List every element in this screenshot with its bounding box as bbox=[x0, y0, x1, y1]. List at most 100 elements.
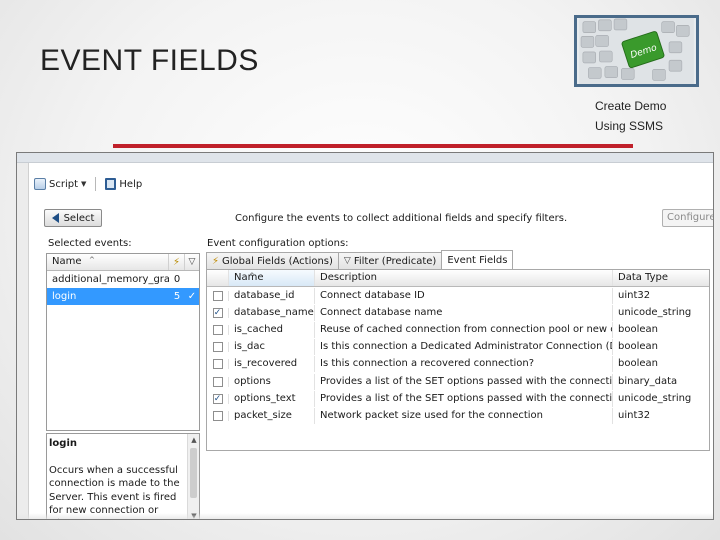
field-name: options_text bbox=[229, 390, 315, 407]
selected-event-row[interactable]: login 5 ✓ bbox=[47, 288, 199, 305]
accent-divider bbox=[113, 144, 633, 148]
field-checkbox-cell bbox=[207, 324, 229, 335]
toolbar: Script ▼ Help bbox=[31, 175, 145, 193]
field-name: is_recovered bbox=[229, 356, 315, 373]
field-data-type: uint32 bbox=[618, 409, 651, 421]
script-icon bbox=[34, 178, 46, 190]
tab-filter[interactable]: ▽ Filter (Predicate) bbox=[337, 252, 443, 269]
field-checkbox[interactable] bbox=[212, 290, 223, 301]
config-tabs: ⚡ Global Fields (Actions) ▽ Filter (Pred… bbox=[206, 250, 514, 269]
field-data-type: boolean bbox=[618, 341, 658, 353]
event-field-row[interactable]: packet_size Network packet size used for … bbox=[207, 407, 709, 424]
field-description: Connect database name bbox=[315, 304, 613, 321]
filter-icon[interactable]: ▽ bbox=[185, 254, 199, 270]
chevron-down-icon: ▼ bbox=[81, 180, 87, 188]
field-name: is_dac bbox=[229, 339, 315, 356]
note-create-demo: Create Demo bbox=[595, 99, 667, 113]
event-name: login bbox=[52, 291, 77, 302]
field-checkbox-cell bbox=[207, 290, 229, 301]
field-description: Reuse of cached connection from connecti… bbox=[315, 321, 613, 338]
configure-label: Configure bbox=[667, 212, 714, 223]
column-header-data-type[interactable]: Data Type bbox=[613, 270, 709, 286]
field-data-type: boolean bbox=[618, 358, 658, 370]
field-data-type: unicode_string bbox=[618, 306, 692, 318]
field-checkbox[interactable] bbox=[212, 410, 223, 421]
event-field-row[interactable]: is_cached Reuse of cached connection from… bbox=[207, 321, 709, 338]
column-header-name-label: Name bbox=[52, 256, 82, 267]
help-button[interactable]: Help bbox=[102, 177, 145, 191]
field-checkbox-cell: ✓ bbox=[207, 307, 229, 318]
field-data-type: binary_data bbox=[618, 375, 678, 387]
event-field-row[interactable]: database_id Connect database ID uint32 bbox=[207, 287, 709, 304]
configure-button[interactable]: Configure bbox=[662, 209, 714, 227]
event-filter-check-icon: ✓ bbox=[187, 291, 197, 302]
action-bolt-icon[interactable]: ⚡ bbox=[169, 254, 185, 270]
column-header-name[interactable]: Name ^ bbox=[47, 254, 169, 270]
event-config-label: Event configuration options: bbox=[207, 238, 349, 249]
event-field-row[interactable]: is_recovered Is this connection a recover… bbox=[207, 356, 709, 373]
selected-events-header: Name ^ ⚡ ▽ bbox=[47, 254, 199, 271]
field-name: options bbox=[229, 373, 315, 390]
event-description-title: login bbox=[49, 438, 78, 449]
event-fields-rows: database_id Connect database ID uint32 ✓ dat… bbox=[207, 287, 709, 425]
field-checkbox[interactable]: ✓ bbox=[212, 307, 223, 318]
selected-events-label: Selected events: bbox=[48, 238, 132, 249]
event-field-row[interactable]: ✓ options_text Provides a list of the SET … bbox=[207, 390, 709, 407]
scrollbar-thumb[interactable] bbox=[190, 448, 197, 498]
selected-events-grid: Name ^ ⚡ ▽ additional_memory_grant 0 log… bbox=[46, 253, 200, 431]
window-left-edge bbox=[17, 163, 29, 519]
select-button[interactable]: Select bbox=[44, 209, 102, 227]
event-name: additional_memory_grant bbox=[52, 274, 169, 285]
scroll-up-icon[interactable]: ▲ bbox=[189, 435, 199, 445]
field-description: Is this connection a recovered connectio… bbox=[315, 356, 613, 373]
selected-event-row[interactable]: additional_memory_grant 0 bbox=[47, 271, 199, 288]
field-name: database_name bbox=[229, 304, 315, 321]
note-using-ssms: Using SSMS bbox=[595, 119, 664, 133]
help-icon bbox=[105, 178, 117, 190]
sort-ascending-icon: ^ bbox=[89, 256, 95, 264]
field-data-type: uint32 bbox=[618, 289, 651, 301]
description-scrollbar[interactable]: ▲ ▼ bbox=[187, 434, 199, 519]
field-checkbox[interactable] bbox=[212, 324, 223, 335]
event-fields-header: Name ^ Description Data Type bbox=[207, 270, 709, 287]
action-bolt-icon: ⚡ bbox=[212, 255, 220, 267]
help-label: Help bbox=[119, 178, 143, 190]
sort-ascending-icon: ^ bbox=[249, 272, 255, 280]
field-checkbox-cell bbox=[207, 410, 229, 421]
field-checkbox-cell: ✓ bbox=[207, 393, 229, 404]
ssms-event-config-window: Script ▼ Help Select Configure the event… bbox=[16, 152, 714, 520]
field-description: Network packet size used for the connect… bbox=[315, 407, 613, 424]
column-header-check bbox=[207, 270, 229, 286]
select-label: Select bbox=[63, 212, 95, 224]
demo-keyboard-image: Demo bbox=[574, 15, 699, 87]
column-header-description[interactable]: Description bbox=[315, 270, 613, 286]
instructions-text: Configure the events to collect addition… bbox=[235, 213, 568, 224]
slide-title: EVENT FIELDS bbox=[40, 44, 259, 77]
event-field-row[interactable]: ✓ database_name Connect database name unico… bbox=[207, 304, 709, 321]
field-data-type: boolean bbox=[618, 323, 658, 335]
field-description: Connect database ID bbox=[315, 287, 613, 304]
field-checkbox[interactable] bbox=[212, 376, 223, 387]
event-field-row[interactable]: is_dac Is this connection a Dedicated Adm… bbox=[207, 339, 709, 356]
tab-event-fields[interactable]: Event Fields bbox=[441, 250, 514, 269]
field-checkbox-cell bbox=[207, 376, 229, 387]
tab-label: Filter (Predicate) bbox=[353, 255, 437, 267]
field-name: packet_size bbox=[229, 407, 315, 424]
field-checkbox[interactable] bbox=[212, 359, 223, 370]
field-data-type: unicode_string bbox=[618, 392, 692, 404]
event-description-text: Occurs when a successful connection is m… bbox=[49, 465, 180, 519]
script-menu-button[interactable]: Script ▼ bbox=[31, 177, 89, 191]
field-checkbox[interactable] bbox=[212, 342, 223, 353]
field-checkbox[interactable]: ✓ bbox=[212, 393, 223, 404]
script-label: Script bbox=[49, 178, 79, 190]
event-fields-grid: Name ^ Description Data Type database_id… bbox=[206, 269, 710, 451]
field-description: Provides a list of the SET options passe… bbox=[315, 390, 613, 407]
tab-global-fields[interactable]: ⚡ Global Fields (Actions) bbox=[206, 252, 339, 269]
field-description: Provides a list of the SET options passe… bbox=[315, 373, 613, 390]
event-description-panel: login Occurs when a successful connectio… bbox=[46, 433, 200, 519]
field-checkbox-cell bbox=[207, 359, 229, 370]
back-arrow-icon bbox=[51, 213, 59, 223]
column-header-name[interactable]: Name ^ bbox=[229, 270, 315, 286]
event-field-row[interactable]: options Provides a list of the SET option… bbox=[207, 373, 709, 390]
field-checkbox-cell bbox=[207, 342, 229, 353]
